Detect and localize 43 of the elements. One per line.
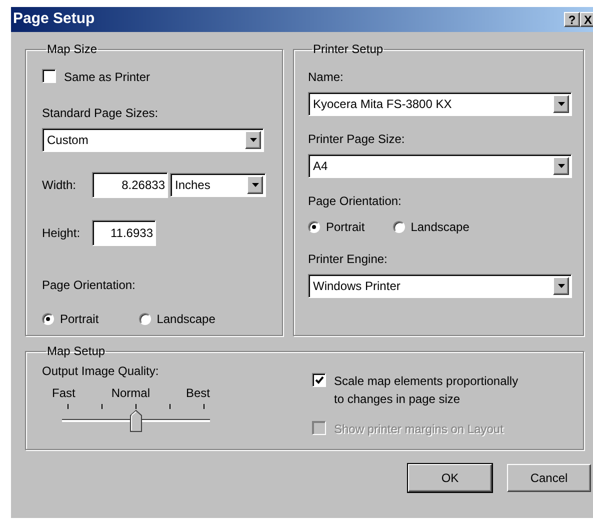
field-label: Page Orientation: — [308, 193, 402, 210]
group-title: Map Setup — [46, 343, 106, 360]
input-field[interactable]: 8.26833 — [92, 172, 168, 198]
checkbox-label: Show printer margins on Layout — [334, 421, 504, 438]
radio-button[interactable] — [138, 313, 151, 325]
checkbox-label: Scale map elements proportionally to changes in page size — [334, 373, 520, 408]
field-label: Height: — [42, 225, 82, 242]
quality-slider[interactable] — [62, 402, 210, 432]
radio-label: Landscape — [410, 219, 470, 236]
checkbox[interactable] — [42, 69, 56, 83]
field-label: Width: — [42, 177, 78, 194]
checkbox-label: Same as Printer — [64, 69, 150, 86]
input-field[interactable]: 11.6933 — [92, 220, 156, 246]
radio-button[interactable] — [308, 221, 320, 233]
field-label: Standard Page Sizes: — [42, 105, 160, 122]
group-title: Printer Setup — [312, 41, 384, 58]
dropdown[interactable]: Kyocera Mita FS-3800 KX — [308, 92, 572, 116]
dropdown[interactable]: A4 — [308, 154, 572, 178]
field-label: Printer Engine: — [308, 251, 388, 268]
checkmark-icon — [314, 376, 324, 384]
dropdown[interactable]: Windows Printer — [308, 274, 572, 298]
radio-label: Landscape — [156, 311, 216, 328]
dialog-button[interactable]: Cancel — [507, 464, 591, 492]
field-label: Printer Page Size: — [308, 131, 406, 148]
slider-tick-label: Normal — [111, 385, 150, 402]
slider-thumb[interactable] — [130, 410, 142, 432]
title-bar-button[interactable]: X — [580, 12, 593, 27]
radio-label: Portrait — [60, 311, 99, 328]
radio-button[interactable] — [42, 313, 54, 325]
radio-label: Portrait — [326, 219, 365, 236]
slider-tick-label: Best — [186, 385, 210, 402]
dropdown[interactable]: Custom — [42, 128, 264, 152]
title-bar-button[interactable]: ? — [564, 12, 580, 27]
field-label: Output Image Quality: — [42, 363, 160, 380]
dialog-button[interactable]: OK — [408, 464, 492, 492]
checkbox[interactable] — [312, 373, 326, 387]
slider-tick-label: Fast — [52, 385, 76, 402]
field-label: Page Orientation: — [42, 277, 136, 294]
field-label: Name: — [308, 69, 344, 86]
window-title: Page Setup — [13, 9, 96, 30]
group-title: Map Size — [46, 41, 98, 58]
radio-button[interactable] — [392, 221, 405, 233]
dropdown[interactable]: Inches — [170, 173, 266, 197]
